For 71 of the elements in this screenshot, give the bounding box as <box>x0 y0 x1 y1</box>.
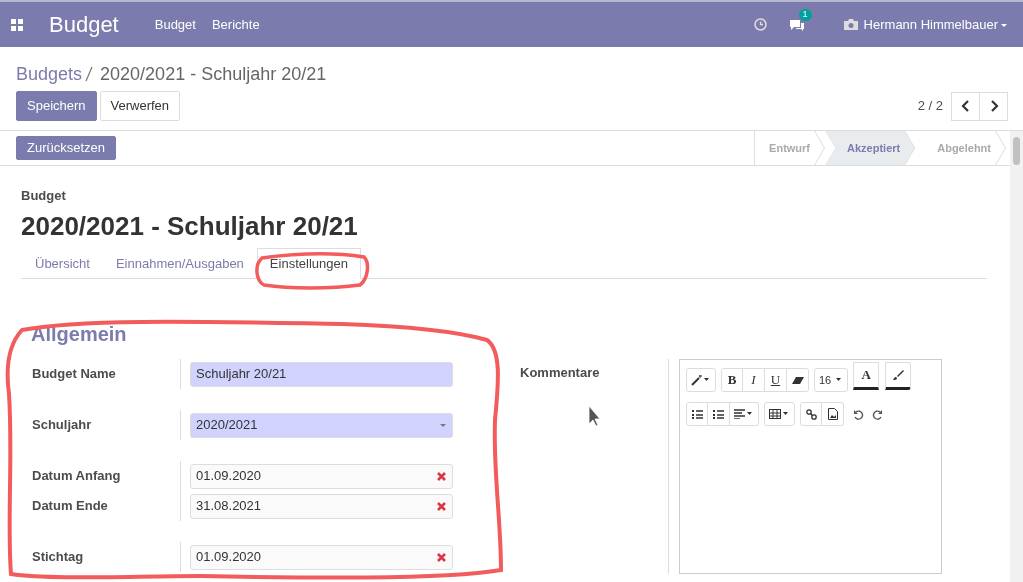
underline-button[interactable]: U <box>765 368 787 393</box>
camera-icon <box>842 18 859 31</box>
previous-button[interactable] <box>951 91 980 121</box>
breadcrumb-current: 2020/2021 - Schuljahr 20/21 <box>100 62 327 86</box>
reset-button[interactable]: Zurücksetzen <box>16 136 117 160</box>
image-button[interactable] <box>822 402 844 427</box>
clear-icon[interactable] <box>436 470 447 482</box>
brush-icon <box>892 369 905 382</box>
caret-icon <box>781 411 790 418</box>
align-icon <box>734 409 745 420</box>
link-button[interactable] <box>800 402 822 427</box>
bold-button[interactable]: B <box>721 368 743 393</box>
italic-button[interactable]: I <box>743 368 765 393</box>
caret-icon <box>834 377 844 384</box>
pager-text: 2 / 2 <box>917 97 943 116</box>
menu-item[interactable]: Berichte <box>211 14 260 35</box>
field-label: Datum Anfang <box>32 467 121 486</box>
numbered-list-icon <box>713 409 724 420</box>
mouse-cursor-icon <box>588 405 601 427</box>
record-title: 2020/2021 - Schuljahr 20/21 <box>21 210 359 242</box>
align-button[interactable] <box>730 402 759 427</box>
font-color-button[interactable]: A <box>853 362 880 391</box>
field-label: Stichtag <box>32 548 84 567</box>
user-menu[interactable]: Hermann Himmelbauer <box>842 14 1009 35</box>
field-label: Datum Ende <box>32 497 108 516</box>
table-button[interactable] <box>764 402 795 427</box>
section-title: Allgemein <box>31 322 128 348</box>
select-field[interactable]: 2020/2021 <box>190 412 453 438</box>
field-label: Kommentare <box>520 365 600 381</box>
form-tab[interactable]: Übersicht <box>22 247 103 279</box>
field-label: Budget Name <box>32 365 116 384</box>
message-count-badge: 1 <box>798 8 812 21</box>
field-label: Schuljahr <box>32 416 92 435</box>
menu-item[interactable]: Budget <box>154 14 196 35</box>
dropdown-caret-icon <box>439 422 447 428</box>
magic-wand-icon <box>691 374 702 386</box>
link-icon <box>805 408 817 420</box>
save-button[interactable]: Speichern <box>16 91 97 121</box>
clear-icon[interactable] <box>436 500 447 512</box>
font-size-button[interactable]: 16 <box>814 368 849 393</box>
chat-icon[interactable] <box>788 18 805 32</box>
record-label: Budget <box>21 187 67 205</box>
scrollbar[interactable] <box>1010 131 1023 582</box>
highlight-button[interactable] <box>885 362 912 391</box>
bullet-list-button[interactable] <box>686 402 708 427</box>
undo-icon[interactable] <box>853 408 864 420</box>
table-icon <box>769 409 781 420</box>
input-field[interactable]: Schuljahr 20/21 <box>190 361 453 387</box>
bullet-list-icon <box>691 409 703 420</box>
eraser-icon <box>791 375 804 385</box>
style-button[interactable] <box>686 368 716 393</box>
chevron-left-icon <box>960 100 971 112</box>
clock-icon[interactable] <box>753 18 767 31</box>
redo-icon[interactable] <box>872 408 883 420</box>
breadcrumb-link[interactable]: Budgets <box>16 60 83 88</box>
input-field[interactable]: 01.09.2020 <box>190 544 453 570</box>
input-field[interactable]: 31.08.2021 <box>190 493 453 519</box>
input-field[interactable]: 01.09.2020 <box>190 463 453 489</box>
eraser-button[interactable] <box>787 368 809 393</box>
apps-icon[interactable] <box>11 18 23 31</box>
caret-icon <box>745 411 754 418</box>
discard-button[interactable]: Verwerfen <box>99 91 181 121</box>
next-button[interactable] <box>979 91 1008 121</box>
caret-icon <box>702 377 711 384</box>
app-title: Budget <box>49 11 119 39</box>
chevron-right-icon <box>988 100 999 112</box>
image-icon <box>827 408 838 421</box>
clear-icon[interactable] <box>436 551 447 563</box>
form-tab[interactable]: Einnahmen/Ausgaben <box>102 247 257 279</box>
rich-text-editor[interactable]: B I U 16 A <box>679 359 942 575</box>
numbered-list-button[interactable] <box>708 402 730 427</box>
